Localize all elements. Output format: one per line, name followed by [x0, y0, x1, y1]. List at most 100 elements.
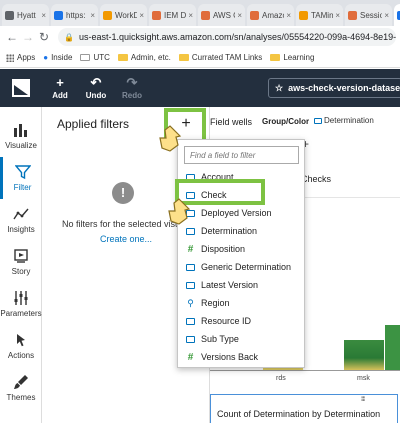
group-color-field-pill[interactable]: Determination [314, 116, 374, 125]
bookmark-label: UTC [93, 53, 110, 62]
bookmark-utc[interactable]: UTC [80, 53, 110, 62]
redo-label: Redo [122, 91, 142, 100]
url-field[interactable]: 🔒 us-east-1.quicksight.aws.amazon.com/sn… [58, 28, 396, 46]
story-icon [14, 249, 28, 263]
field-option-region[interactable]: ⚲ Region [178, 294, 304, 312]
favicon-icon [103, 10, 112, 20]
bookmarks-bar: Apps ● Inside UTC Admin, etc. Currated TA… [0, 48, 400, 68]
quicksight-logo[interactable] [0, 69, 42, 107]
drag-handle-icon[interactable]: ⁞⁞⁞⁞⁞ [361, 397, 365, 403]
bar-msk[interactable] [344, 340, 384, 370]
browser-tab[interactable]: TAMin × [296, 4, 343, 26]
dimension-icon [186, 227, 195, 235]
rail-item-visualize[interactable]: Visualize [0, 115, 42, 157]
bookmark-learning[interactable]: Learning [270, 53, 314, 62]
rail-item-themes[interactable]: Themes [0, 367, 42, 409]
close-tab-icon[interactable]: × [286, 11, 291, 20]
rail-item-story[interactable]: Story [0, 241, 42, 283]
folder-icon [270, 54, 281, 61]
reload-icon[interactable]: ↻ [36, 30, 52, 44]
tab-label: WorkD [115, 10, 138, 20]
dimension-icon [186, 317, 195, 325]
no-filters-message: No filters for the selected visu [62, 219, 181, 229]
bookmark-apps[interactable]: Apps [6, 53, 35, 62]
close-tab-icon[interactable]: × [90, 11, 95, 20]
rail-label: Themes [6, 393, 36, 402]
field-option-label: Disposition [201, 244, 246, 254]
folder-icon [117, 54, 128, 61]
rail-item-insights[interactable]: Insights [0, 199, 42, 241]
second-visual-title: Count of Determination by Determination [217, 409, 381, 419]
back-arrow-icon[interactable]: ← [4, 30, 20, 44]
dimension-icon [186, 335, 195, 343]
browser-tab-strip: Hyatt×https:×WorkD×IEM Do×AWS C×Amazo×TA… [0, 0, 400, 26]
field-option-label: Generic Determination [201, 262, 292, 272]
rail-label: Visualize [5, 141, 37, 150]
analysis-title[interactable]: ☆ aws-check-version-dataset a [268, 78, 400, 98]
measure-icon: # [187, 243, 194, 255]
add-button[interactable]: + Add [42, 76, 78, 100]
globe-icon: ● [43, 53, 49, 62]
second-visual-card[interactable]: ⁞⁞⁞⁞⁞ Count of Determination by Determin… [210, 394, 398, 423]
bar-partial[interactable] [385, 325, 400, 370]
field-option-latest-version[interactable]: Latest Version [178, 276, 304, 294]
bookmark-label: Inside [51, 53, 73, 62]
close-tab-icon[interactable]: × [335, 11, 340, 20]
close-tab-icon[interactable]: × [139, 11, 144, 20]
visualize-icon [14, 124, 27, 137]
rail-label: Actions [7, 351, 35, 360]
field-option-resource-id[interactable]: Resource ID [178, 312, 304, 330]
browser-tab[interactable]: w [394, 4, 400, 26]
redo-button[interactable]: ↷ Redo [114, 76, 150, 100]
field-option-sub-type[interactable]: Sub Type [178, 330, 304, 348]
field-option-label: Sub Type [201, 334, 239, 344]
field-option-label: Deployed Version [201, 208, 272, 218]
x-axis-line [210, 370, 400, 371]
bookmark-admin[interactable]: Admin, etc. [117, 53, 171, 62]
favicon-icon [201, 10, 210, 20]
field-option-versions-back[interactable]: # Versions Back [178, 348, 304, 366]
undo-button[interactable]: ↶ Undo [78, 76, 114, 100]
visual-title: Checks [301, 174, 332, 184]
undo-icon: ↶ [90, 75, 102, 90]
close-tab-icon[interactable]: × [41, 11, 46, 20]
field-option-deployed-version[interactable]: Deployed Version [178, 204, 304, 222]
page-icon [80, 54, 91, 61]
browser-tab[interactable]: IEM Do× [149, 4, 196, 26]
forward-arrow-icon[interactable]: → [20, 30, 36, 44]
browser-tab[interactable]: AWS C× [198, 4, 245, 26]
rail-label: Parameters [0, 309, 42, 318]
browser-tab[interactable]: Sessio × [345, 4, 392, 26]
location-pin-icon: ⚲ [187, 297, 194, 308]
browser-tab[interactable]: Hyatt × [2, 4, 49, 26]
redo-icon: ↷ [126, 75, 138, 90]
bookmark-inside[interactable]: ● Inside [43, 53, 72, 62]
find-field-search-input[interactable] [184, 146, 299, 164]
field-option-determination[interactable]: Determination [178, 222, 304, 240]
browser-tab[interactable]: WorkD × [100, 4, 147, 26]
bookmark-tam-links[interactable]: Currated TAM Links [178, 53, 263, 62]
tab-label: TAMin [311, 10, 334, 20]
favicon-icon [250, 10, 259, 20]
rail-label: Filter [13, 183, 32, 192]
field-option-generic-determination[interactable]: Generic Determination [178, 258, 304, 276]
lock-icon: 🔒 [64, 32, 74, 42]
browser-tab[interactable]: Amazo× [247, 4, 294, 26]
rail-item-filter[interactable]: Filter [0, 157, 42, 199]
quicksight-logo-icon [12, 79, 30, 97]
x-tick-msk: msk [357, 375, 370, 382]
field-option-disposition[interactable]: # Disposition [178, 240, 304, 258]
group-color-label: Group/Color [262, 117, 310, 126]
field-wells-label[interactable]: Field wells [210, 117, 252, 127]
browser-tab[interactable]: https: × [51, 4, 98, 26]
bookmark-label: Currated TAM Links [191, 53, 263, 62]
rail-item-actions[interactable]: Actions [0, 325, 42, 367]
plus-icon: + [56, 75, 64, 90]
parameters-icon [14, 291, 28, 305]
filter-icon [14, 165, 31, 180]
rail-item-parameters[interactable]: Parameters [0, 283, 42, 325]
close-tab-icon[interactable]: × [237, 11, 242, 20]
create-filter-link[interactable]: Create one... [100, 234, 152, 244]
close-tab-icon[interactable]: × [384, 11, 389, 20]
close-tab-icon[interactable]: × [188, 11, 193, 20]
